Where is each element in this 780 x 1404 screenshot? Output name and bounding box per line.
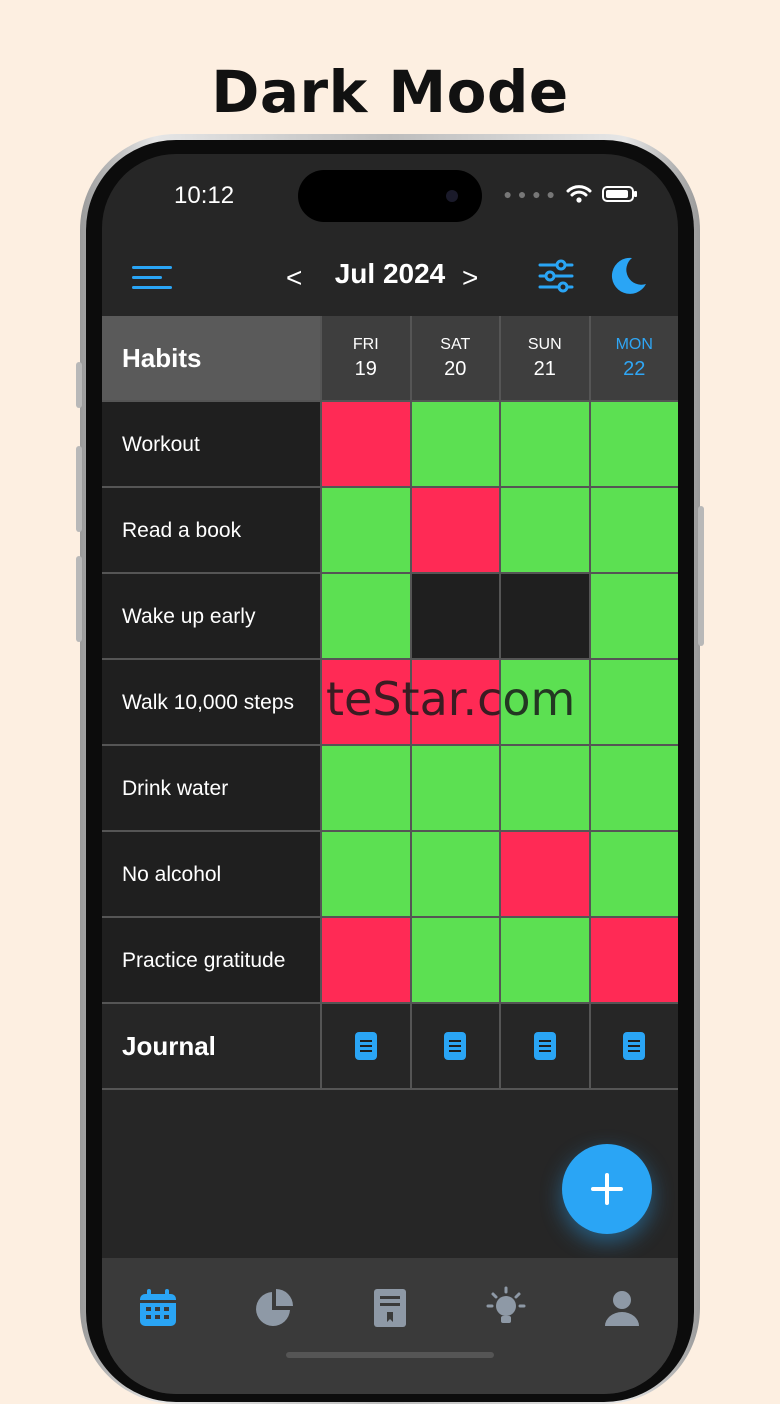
habit-status-cell-done[interactable] [501, 746, 591, 832]
habit-name[interactable]: No alcohol [102, 832, 322, 918]
volume-down-button [76, 556, 82, 642]
habit-status-cell-done[interactable] [411, 402, 501, 488]
habit-status-cell-missed[interactable] [590, 918, 678, 1004]
habits-heading: Habits [102, 316, 322, 402]
journal-entry-mon[interactable] [590, 1004, 678, 1090]
wifi-icon [566, 185, 592, 203]
habit-status-cell-done[interactable] [590, 746, 678, 832]
habit-status-cell-missed[interactable] [322, 918, 412, 1004]
app-screen: 10:12 ● ● ● ● < Jul 2024 > Habits FRI 19… [102, 154, 678, 1394]
habit-status-cell-done[interactable] [411, 832, 501, 918]
journal-entry-sat[interactable] [411, 1004, 501, 1090]
habit-status-cell-done[interactable] [590, 488, 678, 574]
toolbar: < Jul 2024 > [102, 244, 678, 316]
battery-icon [602, 186, 637, 202]
journal-entry-sun[interactable] [501, 1004, 591, 1090]
habit-status-cell-done[interactable] [501, 488, 591, 574]
document-icon [623, 1032, 646, 1060]
moon-icon[interactable] [606, 254, 650, 298]
profile-icon[interactable] [600, 1286, 644, 1330]
habit-status-cell-done[interactable] [501, 918, 591, 1004]
habit-status-cell-done[interactable] [322, 488, 412, 574]
habit-name[interactable]: Read a book [102, 488, 322, 574]
sliders-icon[interactable] [536, 256, 576, 296]
document-icon [533, 1032, 556, 1060]
watermark: teStar.com [326, 672, 576, 726]
habit-status-cell-done[interactable] [411, 918, 501, 1004]
next-month-button[interactable]: > [462, 262, 478, 294]
habit-status-cell-done[interactable] [411, 746, 501, 832]
status-indicators: ● ● ● ● [503, 184, 637, 204]
day-header-mon-today[interactable]: MON 22 [590, 316, 678, 402]
habit-status-cell-empty[interactable] [501, 574, 591, 660]
day-label: FRI [352, 335, 379, 353]
habit-row: Workout [102, 402, 678, 488]
day-label: SAT [440, 335, 471, 353]
habit-row: Drink water [102, 746, 678, 832]
hamburger-menu-icon[interactable] [130, 260, 178, 296]
habit-status-cell-missed[interactable] [501, 832, 591, 918]
document-icon [354, 1032, 377, 1060]
day-label: SUN [527, 335, 562, 353]
habit-status-cell-done[interactable] [590, 402, 678, 488]
habit-name[interactable]: Walk 10,000 steps [102, 660, 322, 746]
habit-name[interactable]: Drink water [102, 746, 322, 832]
day-header-sun[interactable]: SUN 21 [501, 316, 591, 402]
journal-row: Journal [102, 1004, 678, 1090]
pie-chart-icon[interactable] [252, 1286, 296, 1330]
power-button [698, 506, 704, 646]
page-caption: Dark Mode [211, 58, 569, 126]
habit-status-cell-empty[interactable] [411, 574, 501, 660]
habit-row: No alcohol [102, 832, 678, 918]
volume-up-button [76, 446, 82, 532]
habit-name[interactable]: Wake up early [102, 574, 322, 660]
grid-header-row: Habits FRI 19 SAT 20 SUN 21 MON 22 [102, 316, 678, 402]
signal-icon: ● ● ● ● [503, 186, 556, 202]
day-header-sat[interactable]: SAT 20 [411, 316, 501, 402]
habit-name[interactable]: Workout [102, 402, 322, 488]
habit-status-cell-done[interactable] [590, 574, 678, 660]
mute-switch [76, 362, 82, 408]
journal-book-icon[interactable] [368, 1286, 412, 1330]
plus-icon [591, 1173, 623, 1205]
habit-status-cell-done[interactable] [501, 402, 591, 488]
previous-month-button[interactable]: < [286, 262, 302, 294]
habit-status-cell-missed[interactable] [322, 402, 412, 488]
habit-status-cell-done[interactable] [590, 660, 678, 746]
habit-status-cell-done[interactable] [322, 574, 412, 660]
calendar-icon[interactable] [136, 1286, 180, 1330]
day-number: 22 [623, 357, 646, 380]
habit-row: Wake up early [102, 574, 678, 660]
lightbulb-icon[interactable] [484, 1286, 528, 1330]
journal-entry-fri[interactable] [322, 1004, 412, 1090]
add-habit-button[interactable] [562, 1144, 652, 1234]
home-indicator [286, 1352, 494, 1358]
habit-status-cell-done[interactable] [322, 832, 412, 918]
habit-status-cell-done[interactable] [590, 832, 678, 918]
day-number: 20 [444, 357, 467, 380]
habit-name[interactable]: Practice gratitude [102, 918, 322, 1004]
day-label: MON [615, 335, 653, 353]
habit-row: Practice gratitude [102, 918, 678, 1004]
status-time: 10:12 [174, 182, 235, 209]
habit-status-cell-done[interactable] [322, 746, 412, 832]
current-month[interactable]: Jul 2024 [312, 258, 468, 290]
habit-status-cell-missed[interactable] [411, 488, 501, 574]
journal-label: Journal [102, 1004, 322, 1090]
tab-bar [102, 1258, 678, 1394]
day-header-fri[interactable]: FRI 19 [322, 316, 412, 402]
camera-icon [446, 190, 458, 202]
habit-row: Read a book [102, 488, 678, 574]
document-icon [444, 1032, 467, 1060]
day-number: 21 [533, 357, 556, 380]
day-number: 19 [354, 357, 377, 380]
